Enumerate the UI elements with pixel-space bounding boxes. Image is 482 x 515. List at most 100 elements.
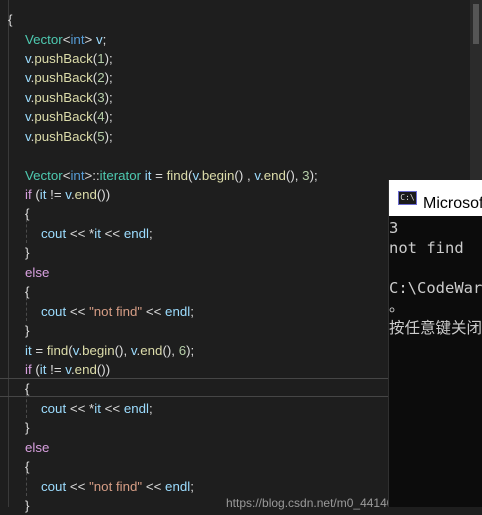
code-token: "not find" — [89, 304, 143, 319]
code-line[interactable]: if (it != v.end()) — [25, 185, 110, 204]
code-token: pushBack — [34, 90, 93, 105]
code-token: != — [46, 187, 66, 202]
code-token: find — [166, 168, 189, 183]
code-line[interactable]: else — [25, 263, 49, 282]
code-token: 3 — [302, 168, 310, 183]
code-token: (), — [114, 343, 131, 358]
code-token: ); — [104, 51, 113, 66]
code-line[interactable]: } — [25, 243, 29, 262]
code-token: { — [25, 381, 30, 396]
console-titlebar[interactable]: C:\ Microsoft Visual Studio 调试控制台 — [389, 180, 482, 216]
code-line[interactable]: cout << *it << endl; — [41, 224, 153, 243]
code-line[interactable]: { — [25, 282, 29, 301]
code-line[interactable]: { — [25, 379, 29, 398]
code-token: pushBack — [34, 109, 93, 124]
code-token: (), — [162, 343, 179, 358]
code-token: } — [25, 245, 30, 260]
code-token: ); — [104, 90, 113, 105]
code-token: { — [25, 284, 30, 299]
console-output-line: 。 — [389, 297, 405, 315]
current-line-highlight — [0, 378, 388, 397]
code-line[interactable]: Vector<int>::iterator it = find(v.begin(… — [25, 166, 318, 185]
console-output-line: 按任意键关闭此窗口. . . — [389, 319, 482, 337]
code-token: end — [74, 187, 97, 202]
code-token: ); — [186, 343, 195, 358]
code-token: << * — [66, 401, 95, 416]
code-token: cout — [41, 479, 67, 494]
code-line[interactable]: { — [25, 457, 29, 476]
code-token: 1 — [97, 51, 105, 66]
code-token: 5 — [97, 129, 105, 144]
code-token: endl — [165, 304, 191, 319]
code-token: if — [25, 362, 32, 377]
code-token: endl — [123, 226, 149, 241]
code-token: else — [25, 265, 50, 280]
code-token: else — [25, 440, 50, 455]
code-token: } — [25, 420, 30, 435]
code-line[interactable]: v.pushBack(3); — [25, 88, 113, 107]
console-output-line: C:\CodeWarehouse\... — [389, 279, 482, 297]
code-token: << — [100, 226, 124, 241]
code-token: << — [66, 479, 90, 494]
code-token: endl — [165, 479, 191, 494]
code-token: 2 — [97, 70, 105, 85]
code-token: cout — [41, 401, 67, 416]
code-token: begin — [201, 168, 235, 183]
code-token: << * — [66, 226, 95, 241]
code-token: find — [46, 343, 69, 358]
code-token: > — [84, 32, 96, 47]
code-token: ()) — [96, 362, 111, 377]
scrollbar-thumb[interactable] — [473, 4, 479, 44]
code-line[interactable]: } — [25, 496, 29, 515]
code-token: { — [25, 206, 30, 221]
code-token: it — [94, 226, 101, 241]
code-token: { — [25, 459, 30, 474]
code-token: it — [94, 401, 101, 416]
code-token: iterator — [99, 168, 142, 183]
code-token: ); — [309, 168, 318, 183]
code-line[interactable]: cout << *it << endl; — [41, 399, 153, 418]
console-output-line: 3 — [389, 219, 399, 237]
code-token: pushBack — [34, 51, 93, 66]
code-token: ; — [148, 226, 153, 241]
code-token: 4 — [97, 109, 105, 124]
code-line[interactable]: v.pushBack(1); — [25, 49, 113, 68]
code-token: Vector — [25, 32, 63, 47]
code-token: << — [100, 401, 124, 416]
code-token: end — [140, 343, 163, 358]
code-line[interactable]: } — [25, 418, 29, 437]
console-title: Microsoft Visual Studio 调试控制台 — [423, 195, 482, 212]
code-token: endl — [123, 401, 149, 416]
code-token: ); — [104, 129, 113, 144]
code-token: "not find" — [89, 479, 143, 494]
code-line[interactable]: v.pushBack(5); — [25, 127, 113, 146]
code-line[interactable]: cout << "not find" << endl; — [41, 477, 194, 496]
code-token: () , — [234, 168, 255, 183]
code-token: << — [142, 479, 166, 494]
code-token: pushBack — [34, 70, 93, 85]
code-line[interactable]: Vector<int> v; — [25, 30, 106, 49]
code-token: v — [95, 32, 103, 47]
code-line[interactable]: it = find(v.begin(), v.end(), 6); — [25, 341, 194, 360]
code-line[interactable]: cout << "not find" << endl; — [41, 302, 194, 321]
code-line[interactable]: } — [25, 321, 29, 340]
code-token: 3 — [97, 90, 105, 105]
console-output-line: not find — [389, 239, 464, 257]
code-token: cout — [41, 226, 67, 241]
code-token: Vector — [25, 168, 63, 183]
code-line[interactable]: { — [25, 204, 29, 223]
code-token: cout — [41, 304, 67, 319]
code-token: ( — [31, 187, 40, 202]
code-line[interactable]: if (it != v.end()) — [25, 360, 110, 379]
code-token: >:: — [84, 168, 100, 183]
code-line[interactable]: else — [25, 438, 49, 457]
debug-console-window[interactable]: C:\ Microsoft Visual Studio 调试控制台 3 not … — [388, 180, 482, 507]
code-line[interactable]: { — [8, 10, 12, 29]
code-line[interactable]: v.pushBack(4); — [25, 107, 113, 126]
code-token: pushBack — [34, 129, 93, 144]
code-token: ; — [190, 304, 194, 319]
code-token: ()) — [96, 187, 111, 202]
code-token: = — [151, 168, 167, 183]
code-line[interactable]: v.pushBack(2); — [25, 68, 113, 87]
code-token: { — [8, 12, 13, 27]
